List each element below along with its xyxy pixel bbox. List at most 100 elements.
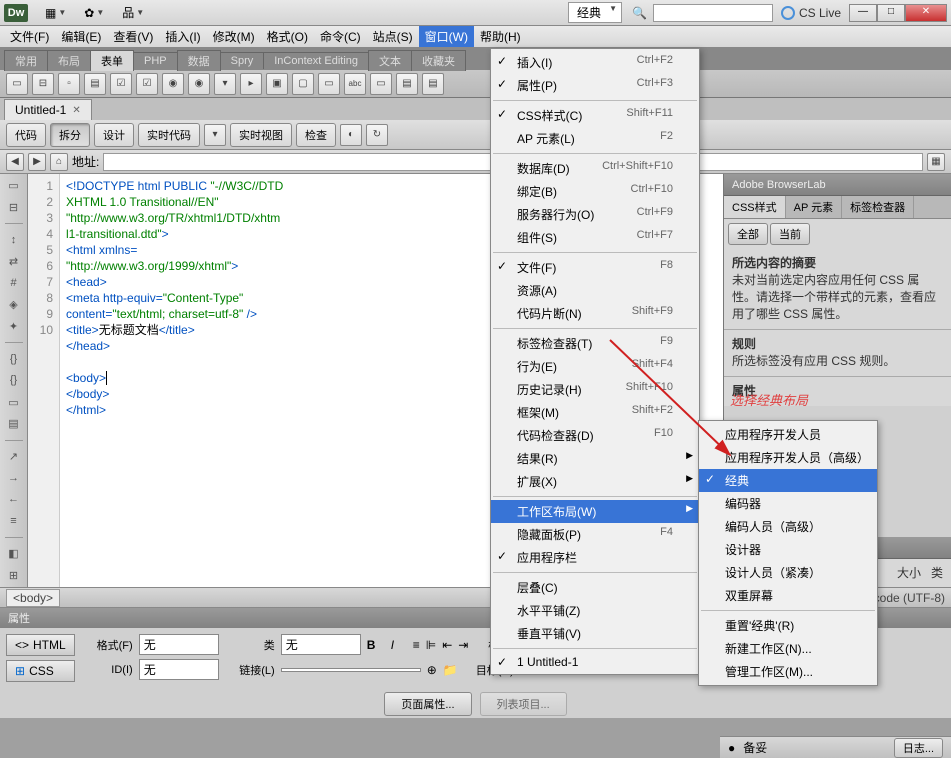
remove-comment-icon[interactable]: {} — [4, 373, 24, 389]
addr-go-icon[interactable]: ▦ — [927, 153, 945, 171]
menu-item[interactable]: ✓CSS样式(C)Shift+F11 — [491, 104, 699, 127]
submenu-item[interactable]: 应用程序开发人员（高级） — [699, 446, 877, 469]
menu-4[interactable]: 修改(M) — [207, 26, 261, 47]
insert-tab-1[interactable]: 布局 — [47, 50, 91, 71]
line-numbers-icon[interactable]: # — [4, 275, 24, 291]
log-button[interactable]: 日志... — [894, 738, 943, 758]
browse-icon[interactable]: 📁 — [443, 663, 458, 677]
search-input[interactable] — [653, 4, 773, 22]
highlight-icon[interactable]: ◈ — [4, 297, 24, 313]
menu-9[interactable]: 帮助(H) — [474, 26, 527, 47]
layout-dropdown[interactable]: ▦▼ — [38, 3, 73, 23]
collapse-icon[interactable]: ⊟ — [4, 200, 24, 216]
insert-tab-7[interactable]: 文本 — [368, 50, 412, 71]
extend-dropdown[interactable]: ✿▼ — [77, 3, 111, 23]
page-properties-button[interactable]: 页面属性... — [384, 692, 471, 716]
open-docs-icon[interactable]: ▭ — [4, 178, 24, 194]
css-tab-1[interactable]: AP 元素 — [786, 196, 843, 218]
menu-item[interactable]: AP 元素(L)F2 — [491, 127, 699, 150]
menu-0[interactable]: 文件(F) — [4, 26, 55, 47]
menu-item[interactable]: ✓属性(P)Ctrl+F3 — [491, 74, 699, 97]
indent-icon[interactable]: → — [4, 470, 24, 486]
props-html-tab[interactable]: <>HTML — [6, 634, 75, 656]
nav-icon[interactable]: ⊞ — [4, 567, 24, 583]
menu-3[interactable]: 插入(I) — [159, 26, 206, 47]
css-tab-2[interactable]: 标签检查器 — [842, 196, 914, 218]
outdent-icon[interactable]: ← — [4, 492, 24, 508]
browser-opts-icon[interactable]: ◐ — [340, 124, 362, 146]
form-icon[interactable]: ▭ — [6, 73, 28, 95]
id-select[interactable]: 无 — [139, 659, 219, 680]
menu-6[interactable]: 命令(C) — [314, 26, 367, 47]
checkboxgroup-icon[interactable]: ☑ — [136, 73, 158, 95]
menu-item[interactable]: 绑定(B)Ctrl+F10 — [491, 180, 699, 203]
workspace-dropdown[interactable]: 经典▼ — [568, 2, 622, 23]
ul-icon[interactable]: ≡ — [413, 638, 420, 652]
menu-item[interactable]: 行为(E)Shift+F4 — [491, 355, 699, 378]
menu-item[interactable]: 历史记录(H)Shift+F10 — [491, 378, 699, 401]
code-view-button[interactable]: 代码 — [6, 123, 46, 147]
split-view-button[interactable]: 拆分 — [50, 123, 90, 147]
select-icon[interactable]: ▾ — [214, 73, 236, 95]
fieldset-icon[interactable]: ▭ — [370, 73, 392, 95]
imagefield-icon[interactable]: ▣ — [266, 73, 288, 95]
radio-icon[interactable]: ◉ — [162, 73, 184, 95]
live-view-button[interactable]: 实时视图 — [230, 123, 292, 147]
italic-button[interactable]: I — [391, 638, 394, 652]
radiogroup-icon[interactable]: ◉ — [188, 73, 210, 95]
refresh-icon[interactable]: ↻ — [366, 124, 388, 146]
filefield-icon[interactable]: ▢ — [292, 73, 314, 95]
menu-item[interactable]: 层叠(C) — [491, 576, 699, 599]
fwd-icon[interactable]: ▶ — [28, 153, 46, 171]
menu-item[interactable]: 组件(S)Ctrl+F7 — [491, 226, 699, 249]
insert-tab-3[interactable]: PHP — [133, 52, 178, 69]
class-select[interactable]: 无 — [281, 634, 361, 655]
back-icon[interactable]: ◀ — [6, 153, 24, 171]
spry-validation-icon[interactable]: ▤ — [396, 73, 418, 95]
menu-item[interactable]: 标签检查器(T)F9 — [491, 332, 699, 355]
menu-item[interactable]: 结果(R)▶ — [491, 447, 699, 470]
spry-textarea-icon[interactable]: ▤ — [422, 73, 444, 95]
menu-item[interactable]: 隐藏面板(P)F4 — [491, 523, 699, 546]
wrap-tag-icon[interactable]: ▭ — [4, 394, 24, 410]
syntax-icon[interactable]: ✦ — [4, 319, 24, 335]
textarea-icon[interactable]: ▤ — [84, 73, 106, 95]
ref-icon[interactable]: ◧ — [4, 546, 24, 562]
submenu-item[interactable]: 重置'经典'(R) — [699, 614, 877, 637]
insert-tab-8[interactable]: 收藏夹 — [411, 50, 466, 71]
menu-item[interactable]: 框架(M)Shift+F2 — [491, 401, 699, 424]
format-select[interactable]: 无 — [139, 634, 219, 655]
search-icon-btn[interactable]: 🔍 — [628, 3, 651, 23]
submenu-item[interactable]: 设计人员（紧凑） — [699, 561, 877, 584]
hidden-icon[interactable]: ▫ — [58, 73, 80, 95]
insert-tab-4[interactable]: 数据 — [177, 50, 221, 71]
menu-item[interactable]: 代码片断(N)Shift+F9 — [491, 302, 699, 325]
submenu-item[interactable]: 新建工作区(N)... — [699, 637, 877, 660]
menu-item[interactable]: 资源(A) — [491, 279, 699, 302]
menu-item[interactable]: 代码检查器(D)F10 — [491, 424, 699, 447]
css-all-button[interactable]: 全部 — [728, 223, 768, 245]
css-tab-0[interactable]: CSS样式 — [724, 196, 786, 218]
menu-item[interactable]: ✓文件(F)F8 — [491, 256, 699, 279]
submenu-item[interactable]: 双重屏幕 — [699, 584, 877, 607]
close-button[interactable]: ✕ — [905, 4, 947, 22]
submenu-item[interactable]: 编码器 — [699, 492, 877, 515]
menu-item[interactable]: 扩展(X)▶ — [491, 470, 699, 493]
menu-5[interactable]: 格式(O) — [261, 26, 314, 47]
checkbox-icon[interactable]: ☑ — [110, 73, 132, 95]
outdent-btn[interactable]: ⇤ — [442, 638, 452, 652]
live-code-opts-icon[interactable]: ▾ — [204, 124, 226, 146]
menu-item[interactable]: 垂直平铺(V) — [491, 622, 699, 645]
close-tab-icon[interactable]: ✕ — [72, 105, 80, 116]
bold-button[interactable]: B — [367, 638, 376, 652]
document-tab[interactable]: Untitled-1✕ — [4, 99, 92, 120]
balance-icon[interactable]: ⇄ — [4, 254, 24, 270]
inspect-button[interactable]: 检查 — [296, 123, 336, 147]
props-css-tab[interactable]: ⊞CSS — [6, 660, 75, 682]
menu-item[interactable]: ✓应用程序栏 — [491, 546, 699, 569]
submenu-item[interactable]: 设计器 — [699, 538, 877, 561]
jumpmenu-icon[interactable]: ▸ — [240, 73, 262, 95]
button-icon[interactable]: ▭ — [318, 73, 340, 95]
menu-2[interactable]: 查看(V) — [107, 26, 159, 47]
menu-item[interactable]: 数据库(D)Ctrl+Shift+F10 — [491, 157, 699, 180]
